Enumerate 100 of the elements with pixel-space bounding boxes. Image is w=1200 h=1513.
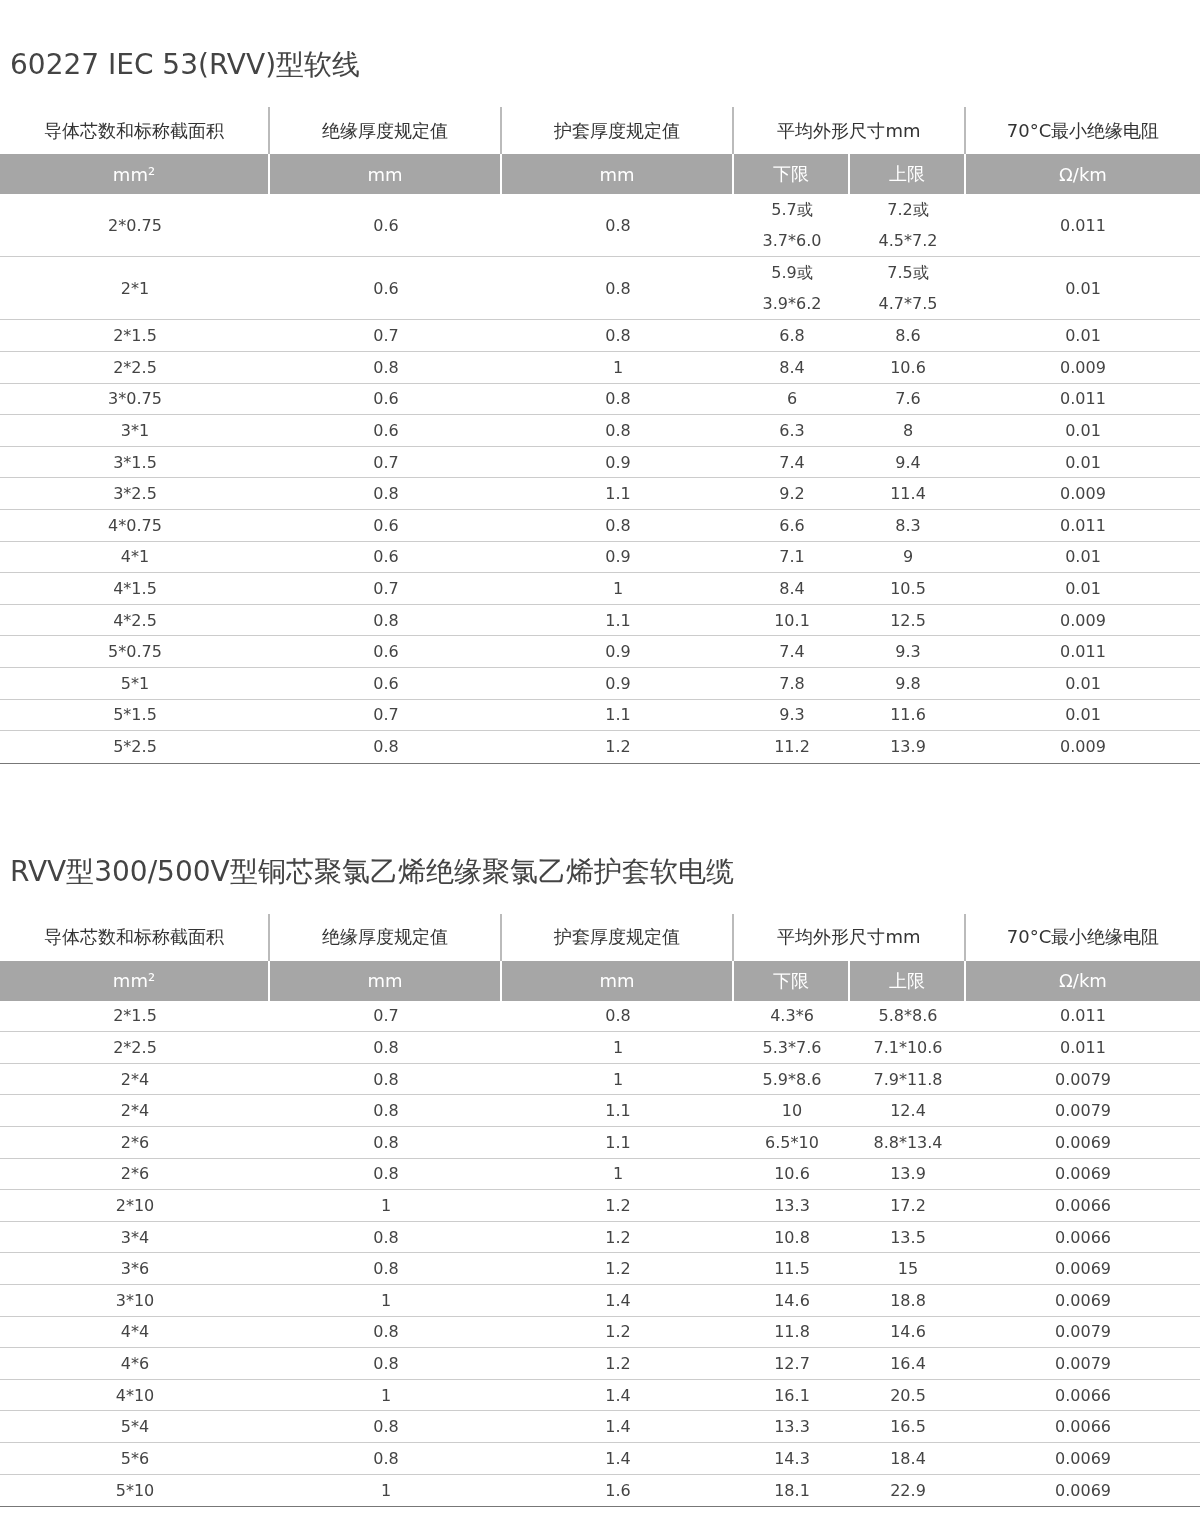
table-cell: 7.1*10.6	[850, 1032, 966, 1064]
unit-header: 下限	[734, 154, 850, 194]
table-cell: 0.6	[270, 636, 502, 668]
table-cell: 5.8*8.6	[850, 1000, 966, 1033]
table-cell: 0.8	[270, 351, 502, 384]
table-cell: 10.8	[734, 1221, 850, 1254]
table-cell: 9.3	[850, 636, 966, 668]
table-cell: 0.0069	[966, 1285, 1200, 1317]
column-header: 70°C最小绝缘电阻	[1005, 925, 1161, 950]
table-cell: 4*4	[0, 1316, 270, 1349]
table-cell: 0.6	[270, 415, 502, 447]
table-cell: 8.4	[734, 573, 850, 605]
table-cell: 14.6	[850, 1316, 966, 1349]
table-cell-text: 0.009	[1059, 736, 1107, 759]
table-cell: 8	[850, 415, 966, 447]
table-cell: 0.8	[270, 1348, 502, 1380]
table-cell: 0.01	[966, 257, 1200, 321]
table-cell: 11.8	[734, 1316, 850, 1349]
table-cell: 7.5或 4.7*7.5	[850, 257, 966, 321]
column-header: 70°C最小绝缘电阻	[1005, 118, 1161, 143]
unit-header: mm²	[0, 960, 270, 1001]
table-cell: 18.8	[850, 1285, 966, 1317]
table-cell: 0.8	[270, 1158, 502, 1191]
table-cell: 3*4	[0, 1221, 270, 1254]
table-cell: 4*0.75	[0, 509, 270, 542]
table-cell: 5*1	[0, 667, 270, 700]
table-cell: 2*4	[0, 1095, 270, 1128]
table-cell-text: 11.2	[773, 736, 811, 759]
table-cell: 4*2.5	[0, 604, 270, 637]
table-cell: 0.8	[502, 509, 734, 542]
table-cell: 1	[502, 573, 734, 605]
table-cell: 0.6	[270, 667, 502, 700]
table-cell: 12.4	[850, 1095, 966, 1128]
table-cell: 1.2	[502, 1348, 734, 1380]
table-cell: 0.8	[270, 1221, 502, 1254]
table-cell-text: 5*10	[114, 1479, 156, 1502]
table-cell: 0.009	[966, 604, 1200, 637]
table-cell: 0.01	[966, 320, 1200, 352]
table-cell-text: 1	[379, 1479, 393, 1502]
table-cell: 8.6	[850, 320, 966, 352]
table-cell: 0.011	[966, 383, 1200, 416]
table-cell: 0.0066	[966, 1379, 1200, 1412]
table-cell: 1	[270, 1379, 502, 1412]
table-cell: 4*1	[0, 541, 270, 574]
unit-header: Ω/km	[966, 960, 1200, 1001]
table-cell: 0.011	[966, 1000, 1200, 1033]
table-cell: 1	[270, 1190, 502, 1222]
table-cell: 2*6	[0, 1127, 270, 1159]
table-cell: 0.8	[270, 604, 502, 637]
table-cell: 0.7	[270, 1000, 502, 1033]
table-cell: 8.4	[734, 351, 850, 384]
table-cell: 1.1	[502, 699, 734, 732]
table-cell: 0.6	[270, 257, 502, 321]
table-cell: 0.6	[270, 509, 502, 542]
table-cell: 9	[850, 541, 966, 574]
table-cell: 6.6	[734, 509, 850, 542]
table-cell: 0.8	[502, 415, 734, 447]
table-cell-text: 0.8	[372, 736, 400, 759]
table-cell: 2*1	[0, 257, 270, 321]
table-cell: 11.5	[734, 1253, 850, 1286]
unit-header: mm	[270, 154, 502, 194]
table-cell: 11.4	[850, 478, 966, 510]
table-cell: 5*4	[0, 1411, 270, 1443]
table-cell: 7.4	[734, 446, 850, 479]
table-cell: 14.6	[734, 1285, 850, 1317]
table-cell: 0.8	[270, 1095, 502, 1128]
table-cell: 0.0066	[966, 1411, 1200, 1443]
table-title: 60227 IEC 53(RVV)型软线	[9, 47, 362, 83]
table-cell: 0.011	[966, 636, 1200, 668]
table-cell: 7.2或 4.5*7.2	[850, 194, 966, 258]
table-cell: 0.9	[502, 667, 734, 700]
table-cell: 0.8	[502, 320, 734, 352]
table-cell: 9.8	[850, 667, 966, 700]
table-cell: 0.8	[502, 257, 734, 321]
table-cell: 10	[734, 1095, 850, 1128]
table-cell: 0.9	[502, 636, 734, 668]
table-cell: 1.1	[502, 1095, 734, 1128]
table-cell: 17.2	[850, 1190, 966, 1222]
table-cell: 2*0.75	[0, 194, 270, 258]
table-cell: 0.0066	[966, 1221, 1200, 1254]
table-cell: 9.3	[734, 699, 850, 732]
table-cell: 1.1	[502, 1127, 734, 1159]
table-cell: 4*10	[0, 1379, 270, 1412]
table-cell: 0.8	[502, 1000, 734, 1033]
table-cell: 1.4	[502, 1379, 734, 1412]
table-cell: 3*1	[0, 415, 270, 447]
table-cell: 0.7	[270, 573, 502, 605]
table-cell: 9.4	[850, 446, 966, 479]
table-cell: 0.009	[966, 351, 1200, 384]
table-cell: 6.5*10	[734, 1127, 850, 1159]
table-cell: 2*1.5	[0, 1000, 270, 1033]
table-title: RVV型300/500V型铜芯聚氯乙烯绝缘聚氯乙烯护套软电缆	[9, 853, 735, 890]
table-cell: 1	[270, 1285, 502, 1317]
table-cell: 0.0066	[966, 1190, 1200, 1222]
table-cell: 6.8	[734, 320, 850, 352]
table-cell: 1.4	[502, 1285, 734, 1317]
table-cell: 10.1	[734, 604, 850, 637]
table-cell: 13.5	[850, 1221, 966, 1254]
unit-header: 下限	[734, 960, 850, 1001]
table-cell: 1.2	[502, 1253, 734, 1286]
